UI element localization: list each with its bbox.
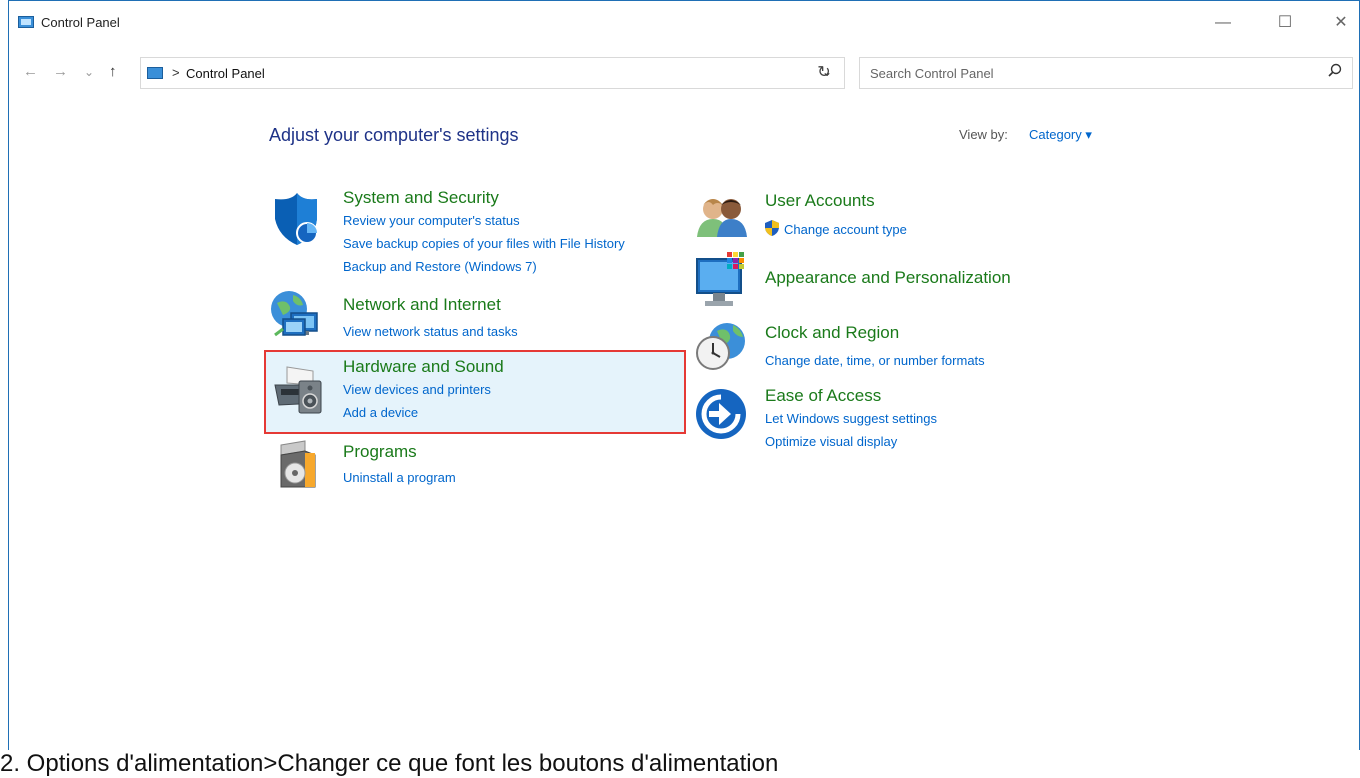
category-title-programs[interactable]: Programs <box>343 442 417 462</box>
link-backup-restore[interactable]: Backup and Restore (Windows 7) <box>343 259 537 274</box>
programs-box-icon[interactable] <box>275 439 321 494</box>
link-change-account-type[interactable]: Change account type <box>784 222 907 237</box>
link-network-status[interactable]: View network status and tasks <box>343 324 518 339</box>
clock-globe-icon[interactable] <box>695 321 749 378</box>
view-by-dropdown[interactable]: Category ▾ <box>1029 127 1092 143</box>
title-bar[interactable]: Control Panel — ☐ ✕ <box>9 1 1359 45</box>
maximize-button[interactable]: ☐ <box>1271 11 1299 35</box>
forward-button[interactable]: → <box>53 63 68 80</box>
control-panel-icon <box>147 67 163 79</box>
category-title-appearance[interactable]: Appearance and Personalization <box>765 268 1011 288</box>
recent-locations-button[interactable]: ⌄ <box>84 65 94 79</box>
link-devices-printers[interactable]: View devices and printers <box>343 382 491 397</box>
refresh-button[interactable]: ↻ <box>807 59 841 87</box>
category-title-system-security[interactable]: System and Security <box>343 188 499 208</box>
page-heading: Adjust your computer's settings <box>269 125 519 145</box>
up-button[interactable]: ↑ <box>109 63 117 80</box>
close-button[interactable]: ✕ <box>1327 11 1355 35</box>
search-box[interactable]: Search Control Panel <box>859 57 1353 89</box>
address-bar[interactable]: > Control Panel ⌄ <box>140 57 845 89</box>
instruction-caption: 2. Options d'alimentation>Changer ce que… <box>0 750 779 777</box>
category-title-hardware-sound[interactable]: Hardware and Sound <box>343 357 504 377</box>
link-change-date-time[interactable]: Change date, time, or number formats <box>765 353 985 368</box>
link-uninstall-program[interactable]: Uninstall a program <box>343 470 456 485</box>
link-add-device[interactable]: Add a device <box>343 405 418 420</box>
ease-of-access-icon[interactable] <box>695 387 747 446</box>
breadcrumb-separator[interactable]: > <box>172 65 180 80</box>
shield-icon[interactable] <box>271 193 319 250</box>
search-input[interactable]: Search Control Panel <box>870 66 994 81</box>
breadcrumb-control-panel[interactable]: Control Panel <box>186 66 265 81</box>
control-panel-icon <box>18 16 34 28</box>
search-icon[interactable] <box>1328 63 1342 82</box>
window-title: Control Panel <box>41 15 120 30</box>
category-title-clock-region[interactable]: Clock and Region <box>765 323 899 343</box>
link-file-history[interactable]: Save backup copies of your files with Fi… <box>343 236 625 251</box>
appearance-monitor-icon[interactable] <box>695 251 749 314</box>
category-title-ease-of-access[interactable]: Ease of Access <box>765 386 881 406</box>
control-panel-window: Control Panel — ☐ ✕ ← → ⌄ ↑ > Control Pa… <box>8 0 1360 750</box>
user-accounts-icon[interactable] <box>695 193 749 244</box>
link-suggest-settings[interactable]: Let Windows suggest settings <box>765 411 937 426</box>
back-button[interactable]: ← <box>23 63 38 80</box>
category-title-user-accounts[interactable]: User Accounts <box>765 191 875 211</box>
category-title-network[interactable]: Network and Internet <box>343 295 501 315</box>
network-globe-icon[interactable] <box>269 289 321 346</box>
view-by-label: View by: <box>959 127 1008 142</box>
link-optimize-display[interactable]: Optimize visual display <box>765 434 897 449</box>
address-toolbar: ← → ⌄ ↑ > Control Panel ⌄ ↻ Search Contr… <box>9 53 1359 93</box>
uac-shield-icon <box>763 219 781 242</box>
link-review-status[interactable]: Review your computer's status <box>343 213 520 228</box>
minimize-button[interactable]: — <box>1209 11 1237 35</box>
printer-speaker-icon[interactable] <box>273 363 327 420</box>
